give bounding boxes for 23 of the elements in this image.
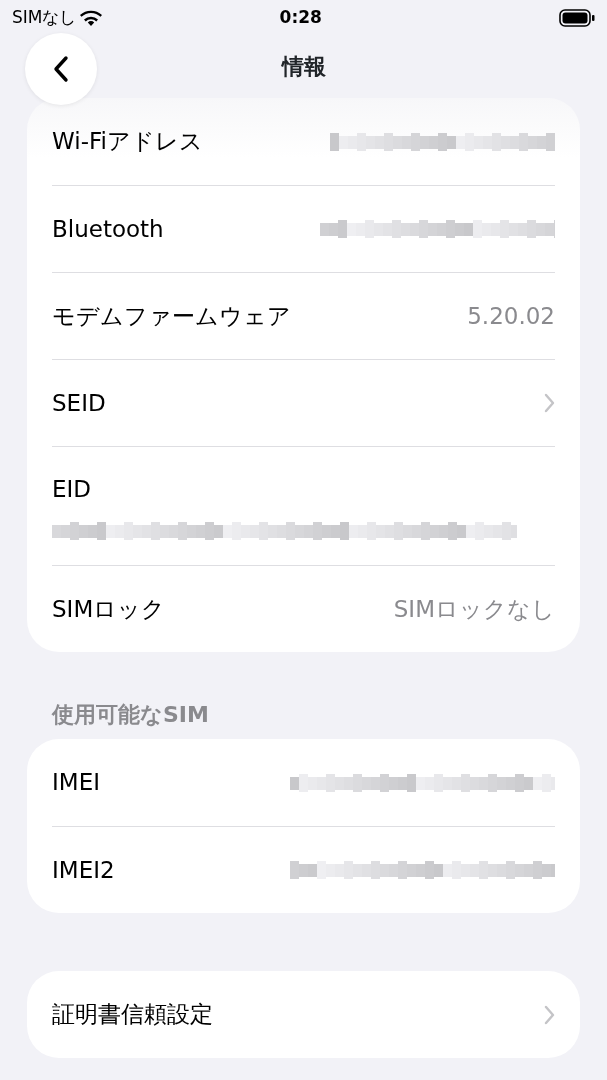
chevron-icon xyxy=(544,393,555,413)
battery-icon xyxy=(559,9,595,27)
back-icon xyxy=(53,55,69,83)
time-text: 0:28 xyxy=(279,6,322,30)
row-label: EID xyxy=(52,474,92,504)
row-label: 証明書信頼設定 xyxy=(52,1000,213,1030)
row-value: SIMロックなし xyxy=(393,594,555,624)
chevron-icon xyxy=(544,1004,555,1025)
row-label: SIMロック xyxy=(52,594,166,624)
row-label: SEID xyxy=(52,388,106,418)
page-title: 情報 xyxy=(281,53,326,81)
back-button[interactable] xyxy=(25,33,97,105)
settings-row[interactable]: SEID xyxy=(52,359,555,446)
row-label: Bluetooth xyxy=(52,214,164,244)
row-label: モデムファームウェア xyxy=(52,301,291,331)
carrier-text: SIMなし xyxy=(12,6,77,30)
row-label: Wi-Fiアドレス xyxy=(52,127,203,157)
row-label: IMEI xyxy=(52,768,100,798)
settings-row[interactable]: 証明書信頼設定 xyxy=(52,971,555,1058)
section-header: 使用可能なSIM xyxy=(52,701,210,729)
row-label: IMEI2 xyxy=(52,855,115,885)
wifi-icon xyxy=(80,10,103,26)
row-value: 5.20.02 xyxy=(467,301,555,331)
